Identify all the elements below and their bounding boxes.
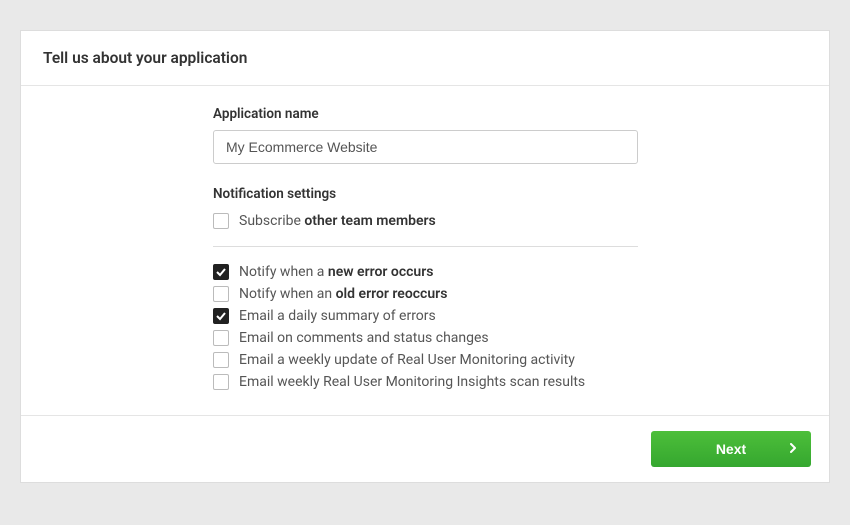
notif-opt-row: Email on comments and status changes <box>213 327 638 349</box>
appname-input[interactable] <box>213 130 638 164</box>
check-icon <box>216 267 226 277</box>
app-form-card: Tell us about your application Applicati… <box>20 30 830 483</box>
notif-opt-checkbox[interactable] <box>213 330 229 346</box>
notif-opt-label: Email a daily summary of errors <box>239 308 436 324</box>
notif-opt-label: Email on comments and status changes <box>239 330 489 346</box>
next-button-label: Next <box>716 441 746 457</box>
notif-opt-checkbox[interactable] <box>213 352 229 368</box>
notif-opt-checkbox[interactable] <box>213 264 229 280</box>
notif-opt-label: Notify when an old error reoccurs <box>239 286 447 302</box>
card-header: Tell us about your application <box>21 31 829 86</box>
notif-opt-row: Email weekly Real User Monitoring Insigh… <box>213 371 638 393</box>
chevron-right-icon <box>790 443 797 455</box>
notif-opt-row: Email a weekly update of Real User Monit… <box>213 349 638 371</box>
notif-opt-checkbox[interactable] <box>213 308 229 324</box>
card-footer: Next <box>21 415 829 482</box>
notif-opt-label: Email a weekly update of Real User Monit… <box>239 352 575 368</box>
notif-opt-checkbox[interactable] <box>213 286 229 302</box>
page-title: Tell us about your application <box>43 49 247 67</box>
next-button[interactable]: Next <box>651 431 811 467</box>
form-inner: Application name Notification settings S… <box>213 106 638 393</box>
appname-label: Application name <box>213 106 638 122</box>
subscribe-checkbox[interactable] <box>213 213 229 229</box>
notif-opt-label: Email weekly Real User Monitoring Insigh… <box>239 374 585 390</box>
notif-opt-row: Notify when an old error reoccurs <box>213 283 638 305</box>
notif-opt-label: Notify when a new error occurs <box>239 264 433 280</box>
notif-opt-checkbox[interactable] <box>213 374 229 390</box>
notif-opt-row: Email a daily summary of errors <box>213 305 638 327</box>
notification-options: Notify when a new error occurs Notify whe… <box>213 261 638 393</box>
divider <box>213 246 638 247</box>
card-body: Application name Notification settings S… <box>21 86 829 415</box>
subscribe-row: Subscribe other team members <box>213 210 638 232</box>
notif-settings-label: Notification settings <box>213 186 638 202</box>
check-icon <box>216 311 226 321</box>
notif-opt-row: Notify when a new error occurs <box>213 261 638 283</box>
subscribe-label: Subscribe other team members <box>239 213 436 229</box>
